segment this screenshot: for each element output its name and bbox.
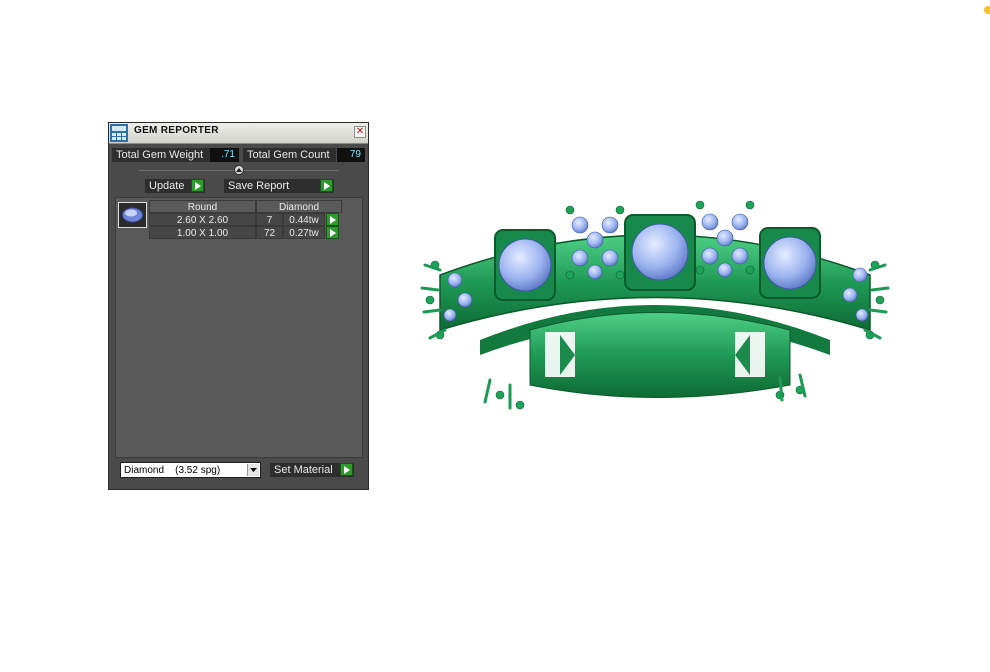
update-button[interactable]: Update bbox=[145, 179, 205, 193]
total-gem-weight-label: Total Gem Weight bbox=[112, 148, 212, 162]
total-gem-count-label: Total Gem Count bbox=[243, 148, 336, 162]
table-header-shape: Round bbox=[149, 200, 256, 213]
corner-status-icon bbox=[984, 6, 990, 14]
material-select-value: Diamond (3.52 spg) bbox=[124, 465, 221, 476]
close-icon[interactable]: ✕ bbox=[354, 126, 366, 138]
set-material-button-label: Set Material bbox=[274, 464, 333, 476]
gem-reporter-panel: GEM REPORTER ✕ Total Gem Weight .71 Tota… bbox=[108, 122, 369, 490]
gem-reporter-logo-icon bbox=[110, 124, 128, 142]
save-report-button[interactable]: Save Report bbox=[224, 179, 334, 193]
ring-3d-viewport[interactable] bbox=[410, 170, 900, 430]
table-cell-weight: 0.44tw bbox=[283, 213, 325, 226]
table-cell-count: 72 bbox=[256, 226, 283, 239]
save-report-button-label: Save Report bbox=[228, 180, 290, 192]
panel-titlebar[interactable]: GEM REPORTER ✕ bbox=[109, 123, 368, 144]
material-select[interactable]: Diamond (3.52 spg) bbox=[120, 462, 261, 478]
total-gem-count-value: 79 bbox=[337, 148, 365, 162]
update-arrow-icon[interactable] bbox=[191, 179, 204, 192]
table-cell-size: 2.60 X 2.60 bbox=[149, 213, 256, 226]
table-cell-size: 1.00 X 1.00 bbox=[149, 226, 256, 239]
row-select-arrow-icon[interactable] bbox=[326, 213, 339, 226]
table-cell-count: 7 bbox=[256, 213, 283, 226]
row-select-arrow-icon[interactable] bbox=[326, 226, 339, 239]
table-header-material: Diamond bbox=[256, 200, 342, 213]
chevron-down-icon[interactable] bbox=[247, 464, 259, 476]
panel-title: GEM REPORTER bbox=[134, 125, 219, 136]
ring-model bbox=[420, 200, 890, 410]
save-report-arrow-icon[interactable] bbox=[320, 179, 333, 192]
total-gem-weight-value: .71 bbox=[210, 148, 239, 162]
table-cell-weight: 0.27tw bbox=[283, 226, 325, 239]
round-gem-icon[interactable] bbox=[118, 202, 147, 228]
gem-list[interactable]: Round Diamond 2.60 X 2.60 7 0.44tw 1.00 … bbox=[115, 197, 363, 458]
collapse-up-icon[interactable] bbox=[234, 165, 244, 175]
set-material-arrow-icon[interactable] bbox=[340, 463, 353, 476]
set-material-button[interactable]: Set Material bbox=[270, 463, 354, 477]
update-button-label: Update bbox=[149, 180, 185, 192]
